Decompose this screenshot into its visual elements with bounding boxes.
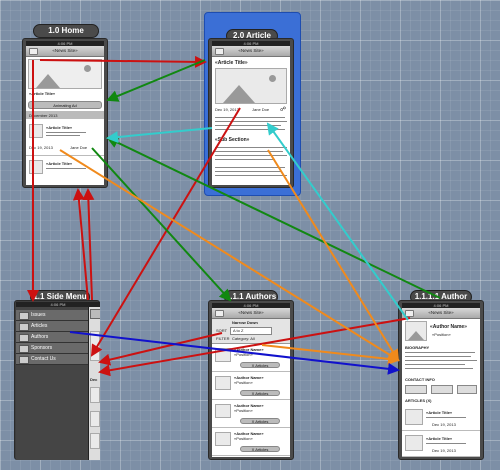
arrow-green bbox=[106, 136, 441, 299]
arrow-red bbox=[98, 317, 411, 377]
arrow-orange bbox=[59, 149, 400, 362]
arrow-cyan bbox=[106, 127, 213, 144]
wireframe-canvas: 1.0 Home 2.0 Article 1.1 Side Menu 1.1.1… bbox=[0, 0, 500, 470]
arrow-red bbox=[90, 107, 241, 357]
arrow-orange bbox=[267, 149, 400, 362]
arrow-blue bbox=[69, 331, 400, 375]
arrow-green bbox=[106, 59, 206, 102]
arrow-green bbox=[91, 147, 232, 302]
arrow-red bbox=[72, 188, 89, 301]
flow-arrows bbox=[27, 55, 441, 377]
arrow-red bbox=[39, 55, 207, 68]
arrow-red bbox=[82, 188, 95, 301]
arrow-cyan bbox=[266, 122, 409, 321]
